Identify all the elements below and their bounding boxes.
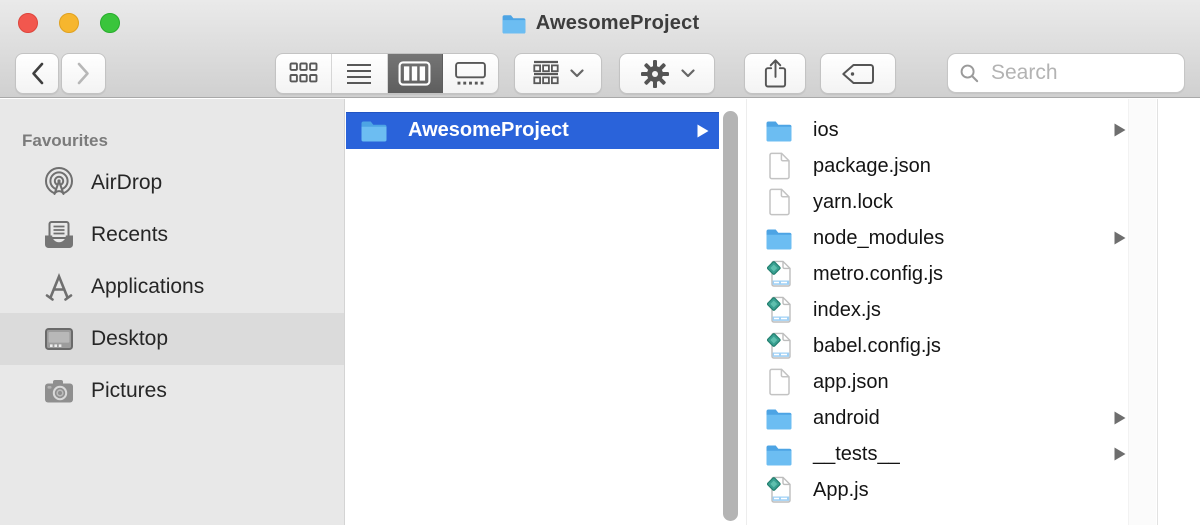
disclosure-triangle-icon xyxy=(697,124,709,138)
file-name: node_modules xyxy=(813,226,945,249)
js-file-icon xyxy=(764,332,794,360)
file-name: babel.config.js xyxy=(813,334,941,357)
file-icon xyxy=(764,188,794,216)
js-file-icon xyxy=(764,476,794,504)
folder-icon xyxy=(764,407,794,430)
window-header: AwesomeProject xyxy=(0,0,1200,98)
view-as-gallery-button[interactable] xyxy=(443,54,498,93)
disclosure-triangle-icon xyxy=(1114,447,1126,461)
column-1: AwesomeProject xyxy=(346,99,747,525)
chevron-down-icon xyxy=(570,69,584,78)
column-1-list: AwesomeProject xyxy=(346,99,746,149)
view-switcher xyxy=(275,53,499,94)
file-row[interactable]: node_modules xyxy=(748,220,1157,256)
sidebar-item-airdrop[interactable]: AirDrop xyxy=(0,157,344,209)
icon-view-icon xyxy=(289,62,318,83)
scrollbar-thumb[interactable] xyxy=(723,111,738,521)
group-icon xyxy=(533,60,559,85)
folder-icon xyxy=(764,443,794,466)
folder-icon xyxy=(359,119,389,142)
file-name: app.json xyxy=(813,370,889,393)
pictures-icon xyxy=(42,378,76,405)
sidebar: Favourites AirDrop Recents Applications Des… xyxy=(0,99,345,525)
file-name: App.js xyxy=(813,478,869,501)
sidebar-section-header: Favourites xyxy=(22,131,108,150)
disclosure-triangle-icon xyxy=(1114,123,1126,137)
search-icon xyxy=(960,64,979,82)
file-name: android xyxy=(813,406,880,429)
sidebar-item-desktop[interactable]: Desktop xyxy=(0,313,344,365)
sidebar-list: AirDrop Recents Applications Desktop Picture… xyxy=(0,157,344,417)
forward-button[interactable] xyxy=(61,53,106,94)
sidebar-item-label: Applications xyxy=(91,275,205,298)
share-icon xyxy=(764,59,786,88)
desktop-icon xyxy=(42,325,76,353)
share-button[interactable] xyxy=(744,53,806,94)
sidebar-item-pictures[interactable]: Pictures xyxy=(0,365,344,417)
group-by-button[interactable] xyxy=(514,53,602,94)
file-row[interactable]: android xyxy=(748,400,1157,436)
action-menu-button[interactable] xyxy=(619,53,715,94)
disclosure-triangle-icon xyxy=(1114,411,1126,425)
js-file-icon xyxy=(764,260,794,288)
gear-icon xyxy=(640,59,669,88)
file-row[interactable]: AwesomeProject xyxy=(346,112,719,149)
list-view-icon xyxy=(347,63,372,84)
tags-button[interactable] xyxy=(820,53,896,94)
sidebar-item-label: AirDrop xyxy=(91,171,163,194)
file-row[interactable]: yarn.lock xyxy=(748,184,1157,220)
column-2: ios package.json yarn.lock node_modulesmetr… xyxy=(748,99,1158,525)
column-view-icon xyxy=(398,61,431,86)
title-folder-icon xyxy=(501,13,527,34)
sidebar-item-applications[interactable]: Applications xyxy=(0,261,344,313)
titlebar: AwesomeProject xyxy=(0,0,1200,46)
file-row[interactable]: App.js xyxy=(748,472,1157,508)
file-name: package.json xyxy=(813,154,931,177)
recents-icon xyxy=(42,220,76,250)
file-row[interactable]: metro.config.js xyxy=(748,256,1157,292)
column-2-list: ios package.json yarn.lock node_modulesmetr… xyxy=(748,99,1157,508)
file-row[interactable]: ios xyxy=(748,112,1157,148)
file-name: yarn.lock xyxy=(813,190,894,213)
sidebar-item-recents[interactable]: Recents xyxy=(0,209,344,261)
window-title: AwesomeProject xyxy=(535,11,700,34)
search-field[interactable] xyxy=(947,53,1185,93)
chevron-right-icon xyxy=(77,62,89,85)
disclosure-triangle-icon xyxy=(1114,231,1126,245)
column-3 xyxy=(1159,99,1200,525)
file-row[interactable]: app.json xyxy=(748,364,1157,400)
file-row[interactable]: __tests__ xyxy=(748,436,1157,472)
view-as-icons-button[interactable] xyxy=(276,54,332,93)
file-icon xyxy=(764,368,794,396)
file-name: index.js xyxy=(813,298,881,321)
sidebar-item-label: Recents xyxy=(91,223,169,246)
airdrop-icon xyxy=(42,167,76,199)
file-name: metro.config.js xyxy=(813,262,944,285)
view-as-columns-button[interactable] xyxy=(387,54,444,93)
chevron-down-icon xyxy=(680,69,695,78)
file-row[interactable]: index.js xyxy=(748,292,1157,328)
back-button[interactable] xyxy=(15,53,59,94)
applications-icon xyxy=(42,272,76,302)
file-row[interactable]: package.json xyxy=(748,148,1157,184)
js-file-icon xyxy=(764,296,794,324)
file-name: __tests__ xyxy=(813,442,900,465)
chevron-left-icon xyxy=(31,62,43,85)
search-input[interactable] xyxy=(989,60,1173,86)
file-icon xyxy=(764,152,794,180)
view-as-list-button[interactable] xyxy=(332,54,388,93)
sidebar-item-label: Desktop xyxy=(91,327,169,350)
folder-icon xyxy=(764,119,794,142)
tag-icon xyxy=(842,63,874,84)
file-row[interactable]: babel.config.js xyxy=(748,328,1157,364)
folder-icon xyxy=(764,227,794,250)
sidebar-item-label: Pictures xyxy=(91,379,167,402)
gallery-view-icon xyxy=(455,61,487,85)
file-name: ios xyxy=(813,118,839,141)
file-name: AwesomeProject xyxy=(408,119,569,141)
